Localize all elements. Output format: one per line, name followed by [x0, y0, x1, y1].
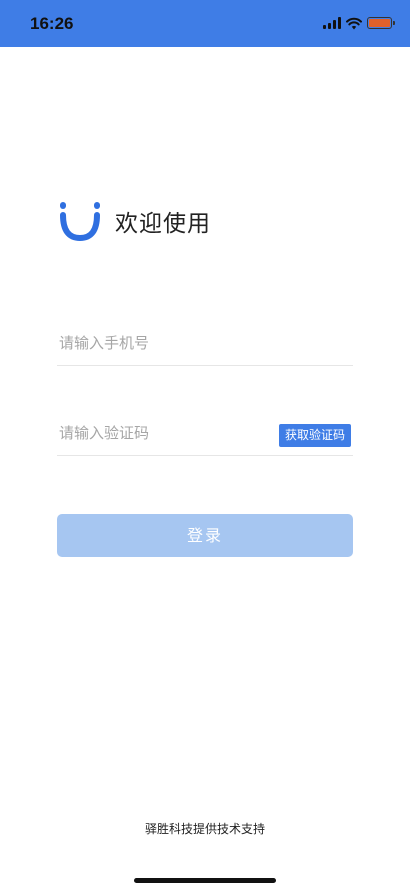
- footer-text: 驿胜科技提供技术支持: [144, 822, 265, 836]
- welcome-title: 欢迎使用: [115, 211, 211, 237]
- welcome-header: 欢迎使用: [57, 200, 211, 242]
- signal-icon: [323, 17, 341, 29]
- login-button[interactable]: 登录: [57, 514, 353, 557]
- smile-logo-icon: [60, 202, 100, 242]
- code-field-row: 获取验证码: [57, 412, 353, 456]
- home-indicator: [134, 878, 276, 883]
- status-time: 16:26: [30, 14, 74, 33]
- verification-code-input[interactable]: [57, 412, 267, 454]
- get-code-button[interactable]: 获取验证码: [278, 424, 351, 447]
- wifi-icon: [346, 17, 362, 29]
- status-icons: [323, 15, 395, 31]
- status-bar: 16:26: [0, 0, 410, 47]
- phone-input[interactable]: [57, 322, 267, 364]
- battery-icon: [367, 17, 395, 29]
- phone-field-row: [57, 322, 353, 366]
